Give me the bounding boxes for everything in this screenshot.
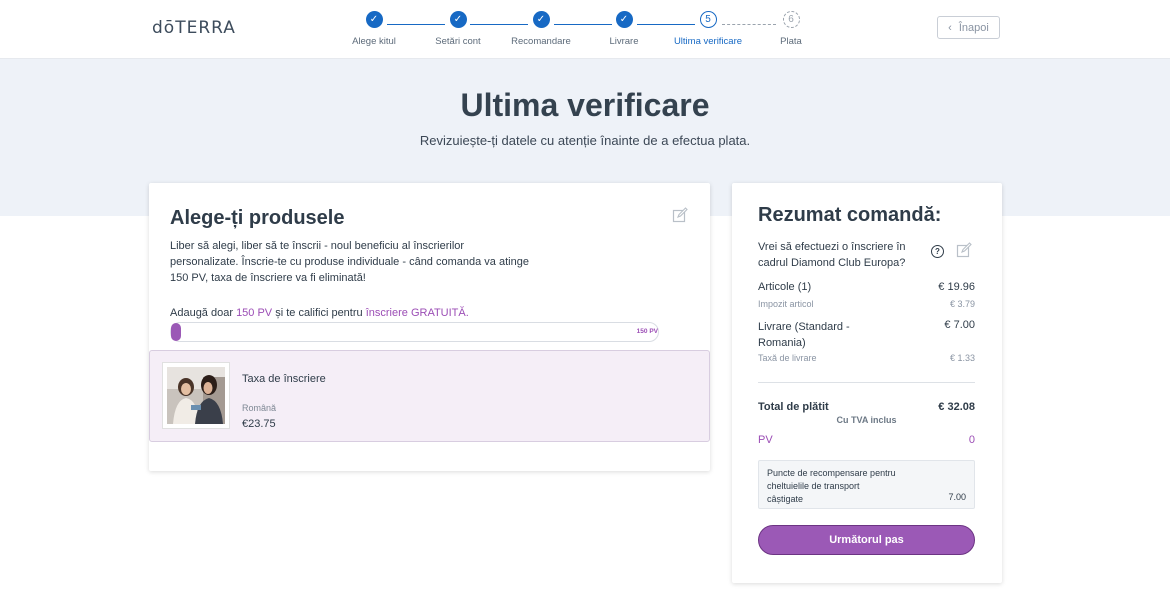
vat-note: Cu TVA inclus bbox=[836, 415, 897, 425]
item-price: €23.75 bbox=[242, 418, 276, 430]
back-button[interactable]: ‹ Înapoi bbox=[937, 16, 1000, 39]
summary-title: Rezumat comandă: bbox=[758, 204, 942, 226]
reward-points-label: Puncte de recompensare pentru cheltuieli… bbox=[767, 468, 896, 504]
pv-suffix: . bbox=[465, 307, 469, 319]
check-icon: ✓ bbox=[532, 11, 550, 28]
item-name: Taxa de înscriere bbox=[242, 373, 326, 385]
article-tax-row: Impozit articol € 3.79 bbox=[758, 299, 975, 309]
shipping-row: Livrare (Standard - Romania) € 7.00 bbox=[758, 319, 975, 351]
pv-progress-target: 150 PV bbox=[636, 328, 658, 335]
step-label: Plata bbox=[780, 36, 802, 47]
edit-icon[interactable] bbox=[956, 242, 972, 258]
total-row: Total de plătit € 32.08 bbox=[758, 401, 975, 413]
articles-value: € 19.96 bbox=[938, 281, 975, 293]
order-summary-card: Rezumat comandă: Vrei să efectuezi o îns… bbox=[732, 183, 1002, 583]
check-icon: ✓ bbox=[449, 11, 467, 28]
pv-row: PV 0 bbox=[758, 434, 975, 446]
total-value: € 32.08 bbox=[938, 401, 975, 413]
article-tax-label: Impozit articol bbox=[758, 299, 814, 309]
diamond-club-question: Vrei să efectuezi o înscriere în cadrul … bbox=[758, 241, 906, 269]
pv-prefix: Adaugă doar bbox=[170, 307, 237, 319]
pv-free-enrollment: înscriere GRATUITĂ bbox=[365, 307, 466, 319]
products-description: Liber să alegi, liber să te înscrii - no… bbox=[170, 240, 529, 284]
chevron-left-icon: ‹ bbox=[948, 21, 952, 34]
product-thumbnail bbox=[162, 362, 230, 429]
shipping-tax-label: Taxă de livrare bbox=[758, 353, 817, 363]
back-label: Înapoi bbox=[958, 21, 989, 34]
articles-row: Articole (1) € 19.96 bbox=[758, 281, 975, 293]
step-number: 5 bbox=[699, 11, 717, 28]
step-number: 6 bbox=[782, 11, 800, 28]
reward-points-value: 7.00 bbox=[948, 492, 966, 502]
page-subtitle: Revizuiește-ți datele cu atenție înainte… bbox=[419, 133, 751, 148]
step-plata: 6 Plata bbox=[741, 11, 841, 47]
page-title: Ultima verificare bbox=[460, 87, 710, 123]
item-language: Română bbox=[242, 403, 277, 413]
check-icon: ✓ bbox=[365, 11, 383, 28]
pv-qualify-line: Adaugă doar 150 PV și te califici pentru… bbox=[170, 307, 469, 319]
pv-progress-fill bbox=[171, 323, 181, 341]
article-tax-value: € 3.79 bbox=[949, 299, 975, 309]
shipping-tax-row: Taxă de livrare € 1.33 bbox=[758, 353, 975, 363]
pv-progress-bar: 150 PV bbox=[170, 322, 659, 342]
articles-label: Articole (1) bbox=[758, 281, 812, 293]
cart-item: Taxa de înscriere Română €23.75 bbox=[149, 350, 710, 442]
pv-value: 0 bbox=[968, 434, 975, 446]
reward-points-box: Puncte de recompensare pentru cheltuieli… bbox=[758, 460, 975, 509]
products-card: Alege-ți produsele Liber să alegi, liber… bbox=[149, 183, 710, 471]
top-header: dōTERRA ✓ Alege kitul ✓ Setări cont ✓ Re… bbox=[0, 0, 1170, 59]
summary-divider bbox=[758, 382, 975, 383]
shipping-label: Livrare (Standard - Romania) bbox=[758, 321, 850, 349]
edit-icon[interactable] bbox=[672, 207, 688, 223]
pv-label: PV bbox=[758, 434, 773, 446]
check-icon: ✓ bbox=[615, 11, 633, 28]
next-step-button[interactable]: Următorul pas bbox=[758, 525, 975, 555]
products-title: Alege-ți produsele bbox=[170, 207, 345, 229]
pv-middle: și te califici pentru bbox=[272, 307, 366, 319]
help-icon[interactable]: ? bbox=[931, 245, 944, 258]
total-label: Total de plătit bbox=[758, 401, 829, 413]
pv-amount: 150 PV bbox=[236, 307, 273, 319]
shipping-tax-value: € 1.33 bbox=[949, 353, 975, 363]
shipping-value: € 7.00 bbox=[944, 319, 975, 331]
